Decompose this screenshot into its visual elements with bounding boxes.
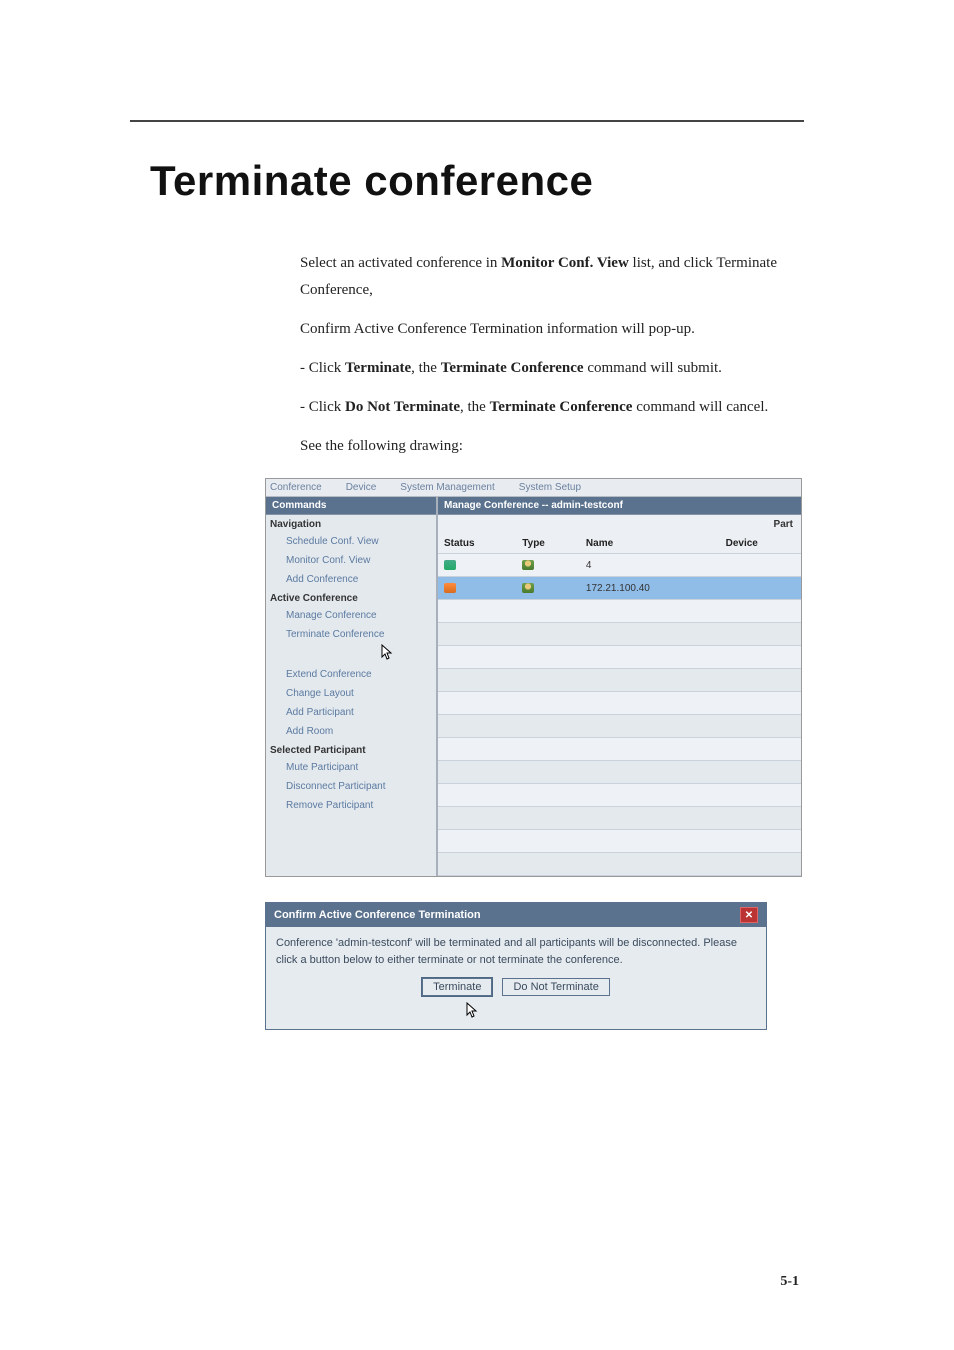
page-title: Terminate conference xyxy=(150,157,954,205)
text: , the xyxy=(460,399,490,415)
bullet-do-not-terminate: - Click Do Not Terminate, the Terminate … xyxy=(300,394,794,421)
table-row[interactable] xyxy=(438,669,801,692)
sidebar-item-add-participant[interactable]: Add Participant xyxy=(266,703,436,722)
confirm-dialog: Confirm Active Conference Termination ✕ … xyxy=(265,902,767,1030)
table-row[interactable] xyxy=(438,600,801,623)
col-device[interactable]: Device xyxy=(720,534,801,554)
intro-paragraph-1: Select an activated conference in Monito… xyxy=(300,250,794,304)
call-icon xyxy=(444,583,456,593)
sidebar-section-navigation: Navigation xyxy=(266,515,436,532)
app-screenshot: Conference Device System Management Syst… xyxy=(265,478,802,877)
menu-conference[interactable]: Conference xyxy=(270,482,322,493)
part-label: Part xyxy=(438,515,801,534)
col-status[interactable]: Status xyxy=(438,534,516,554)
text: Select an activated conference in xyxy=(300,255,501,271)
menu-device[interactable]: Device xyxy=(346,482,377,493)
table-row[interactable] xyxy=(438,692,801,715)
table-row[interactable] xyxy=(438,853,801,876)
table-row[interactable] xyxy=(438,830,801,853)
participants-table: Status Type Name Device 4 xyxy=(438,534,801,876)
do-not-terminate-button[interactable]: Do Not Terminate xyxy=(502,978,609,996)
text: - Click xyxy=(300,360,345,376)
cursor-icon xyxy=(466,1002,954,1023)
dialog-body: Conference 'admin-testconf' will be term… xyxy=(266,927,766,970)
menu-system-setup[interactable]: System Setup xyxy=(519,482,581,493)
sidebar-item-manage-conference[interactable]: Manage Conference xyxy=(266,606,436,625)
sidebar-item-add-room[interactable]: Add Room xyxy=(266,722,436,741)
cell-name: 4 xyxy=(580,554,720,577)
text-bold: Do Not Terminate xyxy=(345,399,460,415)
sidebar-item-terminate-conference[interactable]: Terminate Conference xyxy=(266,625,436,644)
sidebar-header: Commands xyxy=(266,497,436,515)
content-panel: Manage Conference -- admin-testconf Part… xyxy=(438,497,801,876)
sidebar-item-disconnect-participant[interactable]: Disconnect Participant xyxy=(266,777,436,796)
dialog-titlebar: Confirm Active Conference Termination ✕ xyxy=(266,903,766,927)
dialog-title: Confirm Active Conference Termination xyxy=(274,909,481,921)
sidebar-item-extend-conference[interactable]: Extend Conference xyxy=(266,665,436,684)
sidebar: Commands Navigation Schedule Conf. View … xyxy=(266,497,438,876)
text: - Click xyxy=(300,399,345,415)
cell-device xyxy=(720,577,801,600)
cursor-icon xyxy=(381,644,551,665)
table-row[interactable] xyxy=(438,738,801,761)
text: command will submit. xyxy=(584,360,722,376)
person-icon xyxy=(522,560,534,570)
table-row[interactable] xyxy=(438,761,801,784)
sidebar-item-schedule-conf-view[interactable]: Schedule Conf. View xyxy=(266,532,436,551)
col-name[interactable]: Name xyxy=(580,534,720,554)
see-drawing: See the following drawing: xyxy=(300,433,794,460)
terminate-button[interactable]: Terminate xyxy=(422,978,492,996)
body-text: Select an activated conference in Monito… xyxy=(300,250,794,460)
cell-status xyxy=(438,554,516,577)
rule-top xyxy=(130,120,804,122)
person-icon xyxy=(522,583,534,593)
table-row[interactable] xyxy=(438,807,801,830)
cell-type xyxy=(516,577,580,600)
cell-type xyxy=(516,554,580,577)
close-icon[interactable]: ✕ xyxy=(740,907,758,923)
table-row[interactable] xyxy=(438,715,801,738)
bullet-terminate: - Click Terminate, the Terminate Confere… xyxy=(300,355,794,382)
table-row-selected[interactable]: 172.21.100.40 xyxy=(438,577,801,600)
table-row[interactable]: 4 xyxy=(438,554,801,577)
sidebar-item-remove-participant[interactable]: Remove Participant xyxy=(266,796,436,815)
text-bold: Terminate Conference xyxy=(441,360,584,376)
sidebar-section-selected-participant: Selected Participant xyxy=(266,741,436,758)
text-bold: Terminate Conference xyxy=(490,399,633,415)
table-row[interactable] xyxy=(438,623,801,646)
table-row[interactable] xyxy=(438,784,801,807)
sidebar-section-active-conference: Active Conference xyxy=(266,589,436,606)
cell-status xyxy=(438,577,516,600)
menu-system-management[interactable]: System Management xyxy=(400,482,495,493)
sidebar-item-mute-participant[interactable]: Mute Participant xyxy=(266,758,436,777)
sidebar-item-monitor-conf-view[interactable]: Monitor Conf. View xyxy=(266,551,436,570)
text-bold: Terminate xyxy=(345,360,411,376)
sidebar-item-change-layout[interactable]: Change Layout xyxy=(266,684,436,703)
content-header: Manage Conference -- admin-testconf xyxy=(438,497,801,515)
text: command will cancel. xyxy=(632,399,768,415)
text: , the xyxy=(411,360,441,376)
page-number: 5-1 xyxy=(780,1274,799,1290)
menubar: Conference Device System Management Syst… xyxy=(266,479,801,497)
cell-device xyxy=(720,554,801,577)
col-type[interactable]: Type xyxy=(516,534,580,554)
call-icon xyxy=(444,560,456,570)
text-bold: Monitor Conf. View xyxy=(501,255,629,271)
sidebar-item-add-conference[interactable]: Add Conference xyxy=(266,570,436,589)
intro-paragraph-2: Confirm Active Conference Termination in… xyxy=(300,316,794,343)
cell-name: 172.21.100.40 xyxy=(580,577,720,600)
